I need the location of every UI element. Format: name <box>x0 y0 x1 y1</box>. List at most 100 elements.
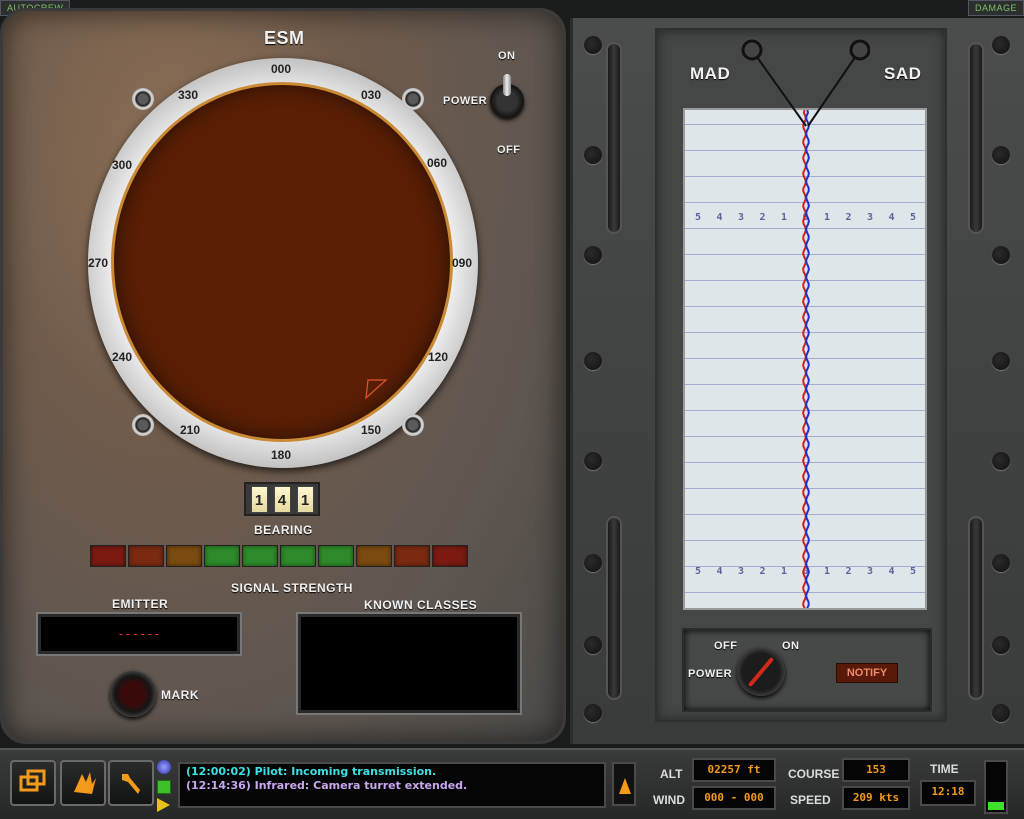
hand-wave-icon <box>74 772 96 794</box>
crew-command-button[interactable] <box>60 760 106 806</box>
damage-label: DAMAGE <box>974 3 1017 13</box>
blue-indicator-icon[interactable] <box>157 760 171 774</box>
mad-power-knob[interactable] <box>737 648 785 696</box>
panel-slot <box>606 42 622 234</box>
esm-scope-display <box>111 82 453 442</box>
sad-stylus-pivot <box>849 39 870 61</box>
degree-150: 150 <box>361 423 382 437</box>
panel-rivet <box>992 246 1010 264</box>
message-log: (12:00:02) Pilot: Incoming transmission.… <box>178 762 606 808</box>
panel-rivet <box>584 704 602 722</box>
recorder-styluses <box>741 39 870 127</box>
emitter-value: ------ <box>117 627 161 641</box>
esm-power-switch[interactable] <box>490 74 524 118</box>
panel-rivet <box>584 554 602 572</box>
signal-segment <box>128 545 164 567</box>
emitter-display: ------ <box>38 614 240 654</box>
panel-slot <box>968 516 984 700</box>
signal-segment <box>242 545 278 567</box>
heading-indicator[interactable] <box>612 762 636 806</box>
known-classes-label: KNOWN CLASSES <box>364 598 478 612</box>
speed-readout: 209 kts <box>842 786 910 810</box>
window-switch-button[interactable] <box>10 760 56 806</box>
panel-rivet <box>584 36 602 54</box>
degree-180: 180 <box>271 448 292 462</box>
degree-300: 300 <box>112 158 133 172</box>
windows-icon <box>19 769 46 792</box>
mad-power-off-label: OFF <box>714 640 738 652</box>
throttle-gauge <box>984 760 1008 814</box>
panel-rivet <box>584 636 602 654</box>
signal-segment <box>204 545 240 567</box>
mad-trace <box>802 110 807 608</box>
bezel-bolt <box>402 414 424 436</box>
signal-segment <box>90 545 126 567</box>
damage-tab[interactable]: DAMAGE <box>967 0 1024 16</box>
signal-segment <box>280 545 316 567</box>
mad-power-label: POWER <box>688 668 733 680</box>
panel-slot <box>968 42 984 234</box>
bearing-label: BEARING <box>254 523 313 537</box>
signal-segment <box>394 545 430 567</box>
degree-210: 210 <box>180 423 201 437</box>
mad-label: MAD <box>690 64 731 83</box>
time-readout: 12:18 <box>920 780 976 806</box>
bearing-digit: 4 <box>273 485 291 513</box>
panel-rivet <box>992 452 1010 470</box>
degree-030: 030 <box>361 88 382 102</box>
up-arrow-icon <box>619 778 631 794</box>
bezel-bolt <box>132 88 154 110</box>
esm-title: ESM <box>264 28 305 48</box>
wind-readout: 000 - 000 <box>692 786 776 810</box>
bezel-bolt <box>132 414 154 436</box>
course-readout: 153 <box>842 758 910 782</box>
alt-label: ALT <box>660 767 683 781</box>
signal-segment <box>166 545 202 567</box>
maintenance-button[interactable] <box>108 760 154 806</box>
degree-240: 240 <box>112 350 133 364</box>
emitter-label: EMITTER <box>112 597 169 611</box>
signal-segment <box>432 545 468 567</box>
mad-trace-plot <box>802 110 810 608</box>
throttle-fill <box>988 802 1004 810</box>
wind-label: WIND <box>653 793 685 807</box>
panel-rivet <box>584 146 602 164</box>
sad-trace <box>805 110 810 608</box>
bearing-counter: 1 4 1 <box>244 482 320 516</box>
degree-330: 330 <box>178 88 199 102</box>
mark-button[interactable] <box>110 671 156 717</box>
signal-strength-meter <box>90 545 468 567</box>
toggle-lever <box>503 74 511 96</box>
course-label: COURSE <box>788 767 840 781</box>
panel-rivet <box>992 704 1010 722</box>
bearing-digit: 1 <box>250 485 268 513</box>
degree-270: 270 <box>88 256 109 270</box>
panel-rivet <box>584 452 602 470</box>
known-classes-display <box>298 614 520 713</box>
mad-stylus-pivot <box>741 39 763 61</box>
sad-label: SAD <box>884 64 922 83</box>
mark-label: MARK <box>161 688 199 702</box>
mad-chart-paper: 543210123455432101234554321012345 <box>683 108 927 610</box>
notify-button[interactable]: NOTIFY <box>836 663 898 683</box>
bearing-digit: 1 <box>296 485 314 513</box>
panel-rivet <box>992 146 1010 164</box>
esm-power-label: POWER <box>443 95 488 107</box>
speed-label: SPEED <box>790 793 831 807</box>
play-triangle-icon[interactable] <box>157 798 170 812</box>
time-label: TIME <box>930 762 959 776</box>
signal-segment <box>318 545 354 567</box>
panel-rivet <box>992 636 1010 654</box>
message-line: (12:14:36) Infrared: Camera turret exten… <box>186 779 468 792</box>
degree-060: 060 <box>427 156 448 170</box>
degree-120: 120 <box>428 350 449 364</box>
panel-rivet <box>584 352 602 370</box>
knob-pointer <box>747 656 775 688</box>
panel-rivet <box>992 352 1010 370</box>
altitude-readout: 02257 ft <box>692 758 776 782</box>
degree-000: 000 <box>271 62 292 76</box>
esm-power-on-label: ON <box>498 50 516 62</box>
green-square-icon[interactable] <box>157 780 171 794</box>
panel-rivet <box>992 36 1010 54</box>
esm-power-off-label: OFF <box>497 144 521 156</box>
